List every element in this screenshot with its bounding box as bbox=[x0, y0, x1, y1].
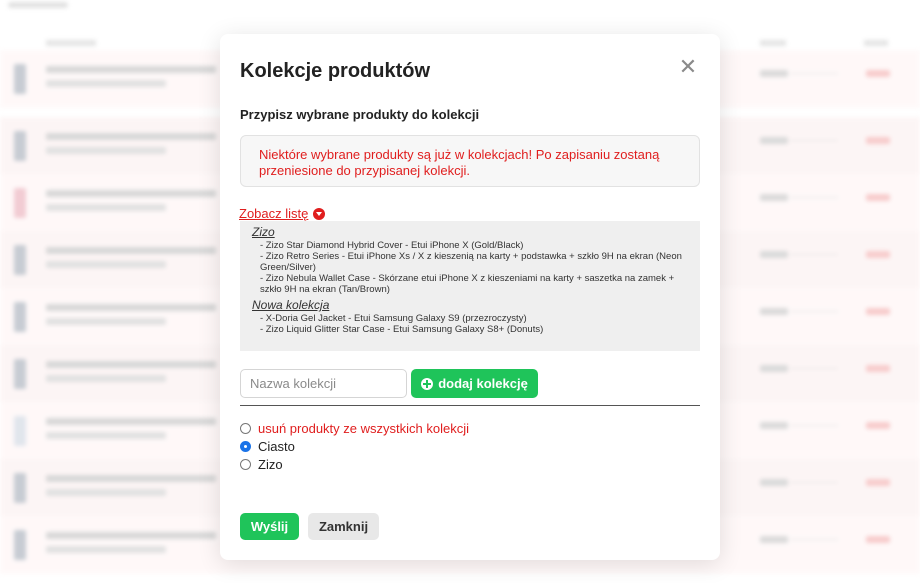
radio-label: Ciasto bbox=[258, 438, 295, 454]
radio-button[interactable] bbox=[240, 458, 251, 470]
modal-subtitle: Przypisz wybrane produkty do kolekcji bbox=[240, 107, 480, 122]
add-collection-button[interactable]: dodaj kolekcję bbox=[411, 369, 538, 398]
collection-group: Zizo - Zizo Star Diamond Hybrid Cover - … bbox=[252, 225, 688, 295]
radio-option-remove-all[interactable]: usuń produkty ze wszystkich kolekcji bbox=[240, 419, 469, 437]
radio-button[interactable] bbox=[240, 440, 251, 452]
warning-message: Niektóre wybrane produkty są już w kolek… bbox=[240, 135, 700, 187]
collection-radio-group: usuń produkty ze wszystkich kolekcji Cia… bbox=[240, 419, 469, 473]
collection-name: Nowa kolekcja bbox=[252, 298, 330, 312]
collection-item: - Zizo Nebula Wallet Case - Skórzane etu… bbox=[260, 273, 675, 295]
see-list-link[interactable]: Zobacz listę bbox=[239, 206, 326, 221]
divider bbox=[240, 405, 700, 406]
collection-name: Zizo bbox=[252, 225, 275, 239]
modal-title: Kolekcje produktów bbox=[240, 60, 431, 82]
add-collection-label: dodaj kolekcję bbox=[438, 376, 528, 391]
radio-label: usuń produkty ze wszystkich kolekcji bbox=[258, 420, 469, 436]
product-collections-modal: Kolekcje produktów ✕ Przypisz wybrane pr… bbox=[220, 34, 720, 560]
existing-collections-list: Zizo - Zizo Star Diamond Hybrid Cover - … bbox=[240, 221, 700, 351]
radio-option-zizo[interactable]: Zizo bbox=[240, 455, 469, 473]
see-list-label: Zobacz listę bbox=[239, 206, 309, 221]
radio-button[interactable] bbox=[240, 422, 251, 434]
plus-circle-icon bbox=[421, 377, 434, 390]
collection-item: - X-Doria Gel Jacket - Etui Samsung Gala… bbox=[260, 313, 527, 324]
collection-name-input[interactable] bbox=[240, 369, 407, 398]
collection-item: - Zizo Liquid Glitter Star Case - Etui S… bbox=[260, 324, 544, 335]
radio-option-ciasto[interactable]: Ciasto bbox=[240, 437, 469, 455]
collection-group: Nowa kolekcja - X-Doria Gel Jacket - Etu… bbox=[252, 298, 688, 335]
collection-item: - Zizo Star Diamond Hybrid Cover - Etui … bbox=[260, 240, 524, 251]
close-button[interactable]: Zamknij bbox=[308, 513, 379, 540]
submit-button[interactable]: Wyślij bbox=[240, 513, 299, 540]
close-icon[interactable]: ✕ bbox=[678, 57, 698, 79]
chevron-down-circle-icon bbox=[313, 207, 326, 220]
radio-label: Zizo bbox=[258, 456, 283, 472]
collection-item: - Zizo Retro Series - Etui iPhone Xs / X… bbox=[260, 251, 682, 273]
